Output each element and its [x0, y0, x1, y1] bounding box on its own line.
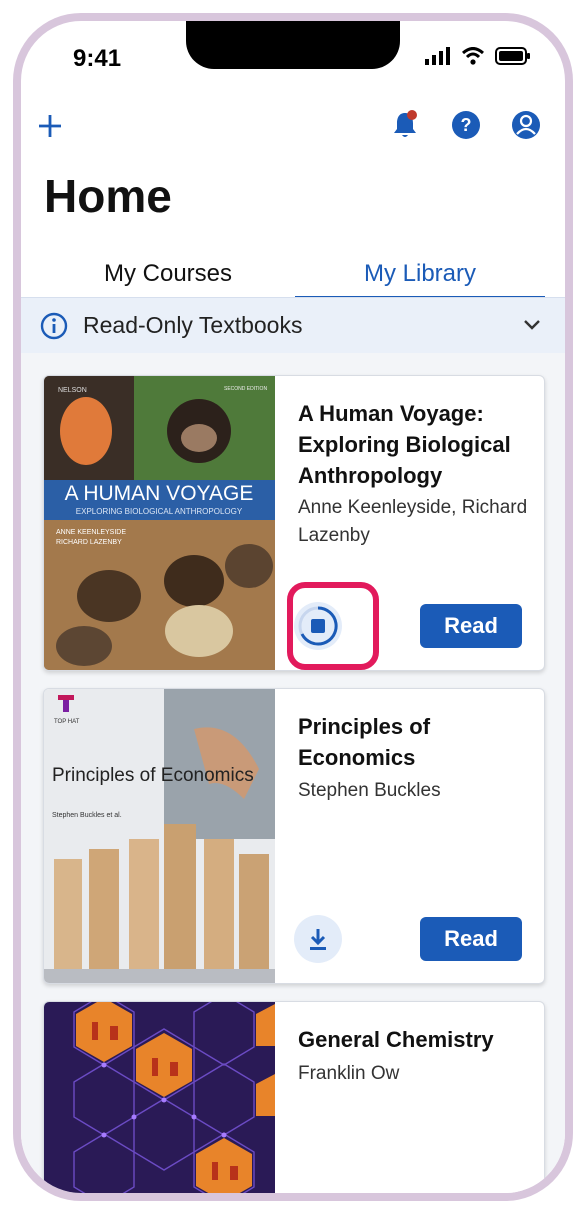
cover-edition: SECOND EDITION: [224, 386, 267, 392]
cover-brand: TOP HAT: [54, 719, 80, 725]
cover-title: Principles of Economics: [52, 765, 254, 786]
download-icon: [310, 929, 326, 950]
book-card[interactable]: General Chemistry Franklin Ow: [43, 1001, 545, 1193]
status-time: 9:41: [73, 45, 122, 72]
notification-bell-icon[interactable]: [389, 109, 421, 141]
download-button[interactable]: [294, 915, 342, 963]
book-list: NELSON SECOND EDITION A HUMAN VOYAGE EXP…: [21, 353, 565, 1193]
tab-my-courses[interactable]: My Courses: [43, 249, 293, 299]
book-title: General Chemistry: [298, 1027, 494, 1052]
signal-icon: [425, 47, 450, 65]
add-icon[interactable]: [37, 113, 63, 139]
cover-author-1: ANNE KEENLEYSIDE: [56, 529, 126, 536]
book-title: Principles of Economics: [298, 714, 431, 770]
book-title: A Human Voyage: Exploring Biological Ant…: [298, 401, 511, 488]
page-title: Home: [44, 170, 172, 222]
read-button[interactable]: Read: [420, 604, 522, 648]
banner-label: Read-Only Textbooks: [83, 312, 303, 338]
status-icons: [425, 47, 531, 65]
book-author: Anne Keenleyside, Richard Lazenby: [298, 497, 528, 546]
cover-author-2: RICHARD LAZENBY: [56, 539, 122, 546]
account-icon[interactable]: [510, 109, 542, 141]
phone-frame: 9:41 ? Home My Courses My Library Read-O…: [13, 13, 573, 1201]
cover-publisher: NELSON: [58, 387, 87, 394]
top-bar: ?: [21, 109, 565, 149]
battery-icon: [495, 47, 530, 65]
book-cover-human-voyage: NELSON SECOND EDITION A HUMAN VOYAGE EXP…: [44, 376, 275, 670]
cover-subtitle: EXPLORING BIOLOGICAL ANTHROPOLOGY: [76, 507, 243, 516]
tab-bar: My Courses My Library: [21, 249, 565, 299]
highlight-box: [287, 582, 379, 670]
info-icon: [40, 312, 68, 340]
book-author: Stephen Buckles: [298, 780, 441, 801]
book-card[interactable]: TOP HAT Principles of Economics Stephen …: [43, 688, 545, 984]
help-icon[interactable]: ?: [450, 109, 482, 141]
screen: 9:41 ? Home My Courses My Library Read-O…: [21, 21, 565, 1193]
wifi-icon: [461, 47, 485, 65]
book-cover-principles-economics: TOP HAT Principles of Economics Stephen …: [44, 689, 275, 983]
chevron-down-icon[interactable]: [523, 318, 541, 332]
book-author: Franklin Ow: [298, 1063, 400, 1084]
notch: [186, 21, 400, 69]
read-button[interactable]: Read: [420, 917, 522, 961]
read-only-banner[interactable]: Read-Only Textbooks: [21, 297, 565, 354]
cover-title: A HUMAN VOYAGE: [65, 482, 254, 505]
cover-author: Stephen Buckles et al.: [52, 812, 122, 819]
book-card[interactable]: NELSON SECOND EDITION A HUMAN VOYAGE EXP…: [43, 375, 545, 671]
book-cover-general-chemistry: [44, 1002, 275, 1193]
tab-my-library[interactable]: My Library: [295, 249, 545, 299]
svg-text:?: ?: [461, 115, 472, 135]
